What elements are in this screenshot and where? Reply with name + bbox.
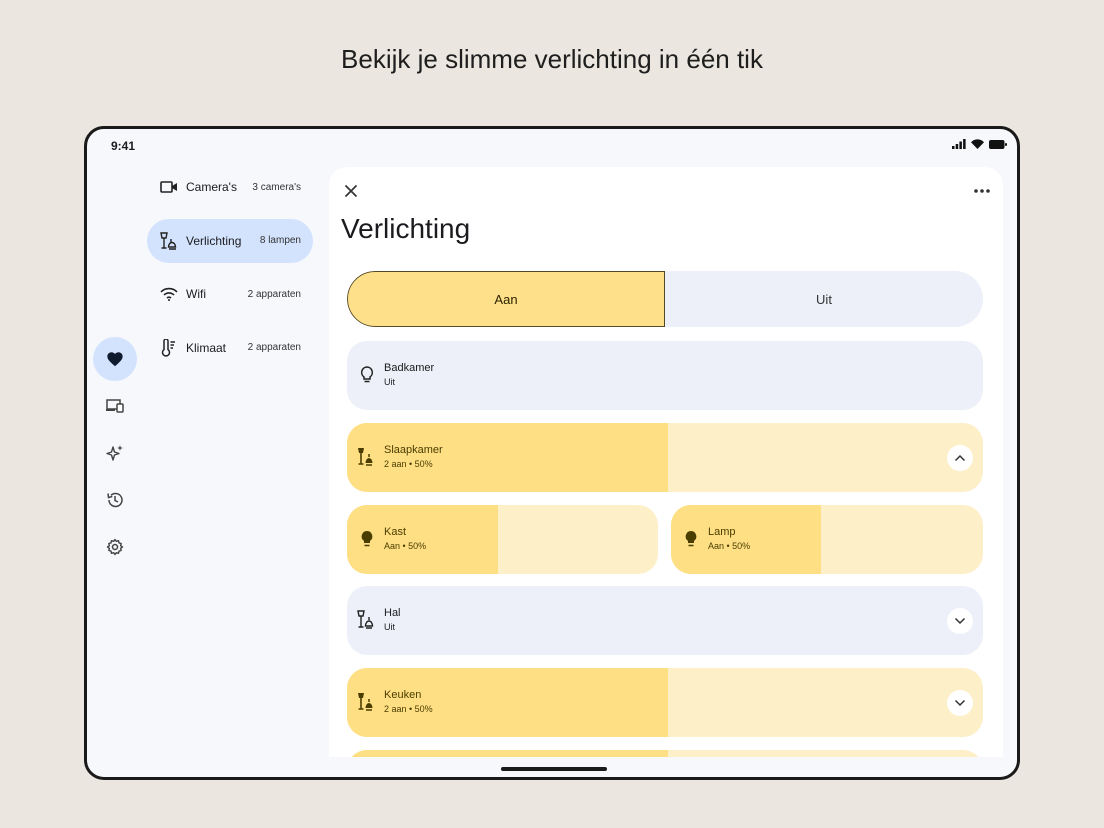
brightness-fill [347,750,669,757]
toggle-on-button[interactable]: Aan [347,271,665,327]
nav-item-label: Klimaat [186,340,227,355]
heart-icon [107,352,123,367]
panel-title: Verlichting [341,213,471,244]
lamp-icon [358,448,373,466]
room-status: 2 aan • 50% [384,704,433,714]
chevron-down-icon [954,699,966,707]
rail-settings-button[interactable] [93,525,137,569]
light-tile-kast[interactable]: Kast Aan • 50% [347,505,658,574]
nav-item-cameras[interactable]: Camera's 3 camera's [147,165,313,209]
chevron-down-icon [954,617,966,625]
lamp-icon [159,231,179,251]
more-icon [974,189,990,193]
nav-item-label: Verlichting [186,233,242,248]
room-name: Hal [384,607,401,619]
room-tile-keuken[interactable]: Keuken 2 aan • 50% [347,668,983,737]
expand-button[interactable] [947,690,973,716]
room-name: Badkamer [384,362,435,374]
nav-item-count: 2 apparaten [247,342,301,353]
light-status: Aan • 50% [708,541,751,551]
room-status: 2 aan • 50% [384,459,433,469]
thermostat-icon [159,338,179,358]
nav-item-count: 8 lampen [259,235,301,246]
room-status: Uit [384,377,395,387]
more-options-button[interactable] [971,181,993,201]
room-name: Slaapkamer [384,444,443,456]
nav-item-wifi[interactable]: Wifi 2 apparaten [147,272,313,316]
light-name: Lamp [708,526,736,538]
navigation-rail [93,337,141,572]
wifi-status-icon [971,139,984,149]
close-icon [344,184,358,198]
page-headline: Bekijk je slimme verlichting in één tik [341,44,763,74]
history-icon [107,492,123,508]
rail-history-button[interactable] [93,478,137,522]
home-indicator[interactable] [501,767,607,771]
chevron-up-icon [954,454,966,462]
devices-icon [106,399,124,413]
room-tile-slaapkamer[interactable]: Slaapkamer 2 aan • 50% [347,423,983,492]
light-tile-lamp[interactable]: Lamp Aan • 50% [671,505,983,574]
toggle-off-button[interactable]: Uit [665,271,983,327]
room-tile-badkamer[interactable]: Badkamer Uit [347,341,983,410]
settings-icon [106,538,124,556]
bulb-icon [361,531,373,547]
rail-favorites-button[interactable] [93,337,137,381]
expand-button[interactable] [947,608,973,634]
nav-item-label: Wifi [186,287,206,301]
nav-item-climate[interactable]: Klimaat 2 apparaten [147,326,313,370]
bulb-icon [685,531,697,547]
category-list: Camera's 3 camera's Verlichting 8 lampen… [147,165,313,379]
bulb-icon [360,366,374,383]
camera-icon [159,177,179,197]
tablet-frame: 9:41 Camera's 3 camera's Verlichting 8 l… [84,126,1020,780]
nav-item-lighting[interactable]: Verlichting 8 lampen [147,218,313,263]
rail-devices-button[interactable] [93,384,137,428]
nav-item-count: 2 apparaten [247,288,301,300]
lighting-panel: Verlichting Aan Uit Badkamer Uit Slaapka… [329,167,1003,757]
collapse-button[interactable] [947,445,973,471]
signal-icon [952,139,966,149]
status-icons [952,139,1007,149]
room-name: Keuken [384,689,422,701]
brightness-fill [347,668,669,737]
status-time: 9:41 [111,139,136,153]
nav-item-count: 3 camera's [252,181,301,193]
wifi-icon [159,284,179,304]
room-tile-partial[interactable] [347,750,983,757]
battery-icon [989,139,1007,149]
lamp-icon [357,610,374,629]
rail-automations-button[interactable] [93,431,137,475]
brightness-fill [347,423,669,492]
power-toggle: Aan Uit [347,271,983,327]
close-button[interactable] [341,181,361,201]
light-name: Kast [384,526,407,538]
room-status: Uit [384,622,395,632]
light-status: Aan • 50% [384,541,427,551]
nav-item-label: Camera's [186,180,237,194]
room-tile-hal[interactable]: Hal Uit [347,586,983,655]
lamp-icon [358,693,373,711]
sparkle-icon [106,445,123,461]
